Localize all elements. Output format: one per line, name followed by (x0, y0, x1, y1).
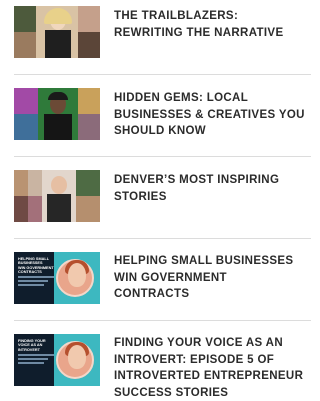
divider (14, 74, 311, 75)
article-title[interactable]: HIDDEN GEMS: LOCAL BUSINESSES & CREATIVE… (114, 90, 311, 140)
article-list: THE TRAILBLAZERS: REWRITING THE NARRATIV… (0, 0, 311, 399)
article-title[interactable]: THE TRAILBLAZERS: REWRITING THE NARRATIV… (114, 8, 311, 41)
cover-title: HELPING SMALL BUSINESSES WIN GOVERNMENT … (18, 257, 54, 275)
article-thumbnail[interactable]: HELPING SMALL BUSINESSES WIN GOVERNMENT … (14, 252, 100, 304)
article-thumbnail[interactable] (14, 88, 100, 140)
divider (14, 156, 311, 157)
article-thumbnail[interactable] (14, 170, 100, 222)
article-title[interactable]: DENVER’S MOST INSPIRING STORIES (114, 172, 311, 205)
divider (14, 238, 311, 239)
article-title[interactable]: HELPING SMALL BUSINESSES WIN GOVERNMENT … (114, 253, 311, 303)
article-thumbnail[interactable]: FINDING YOUR VOICE AS AN INTROVERT (14, 334, 100, 386)
article-thumbnail[interactable] (14, 6, 100, 58)
article-title[interactable]: FINDING YOUR VOICE AS AN INTROVERT: EPIS… (114, 335, 311, 401)
divider (14, 320, 311, 321)
cover-title: FINDING YOUR VOICE AS AN INTROVERT (18, 339, 46, 352)
